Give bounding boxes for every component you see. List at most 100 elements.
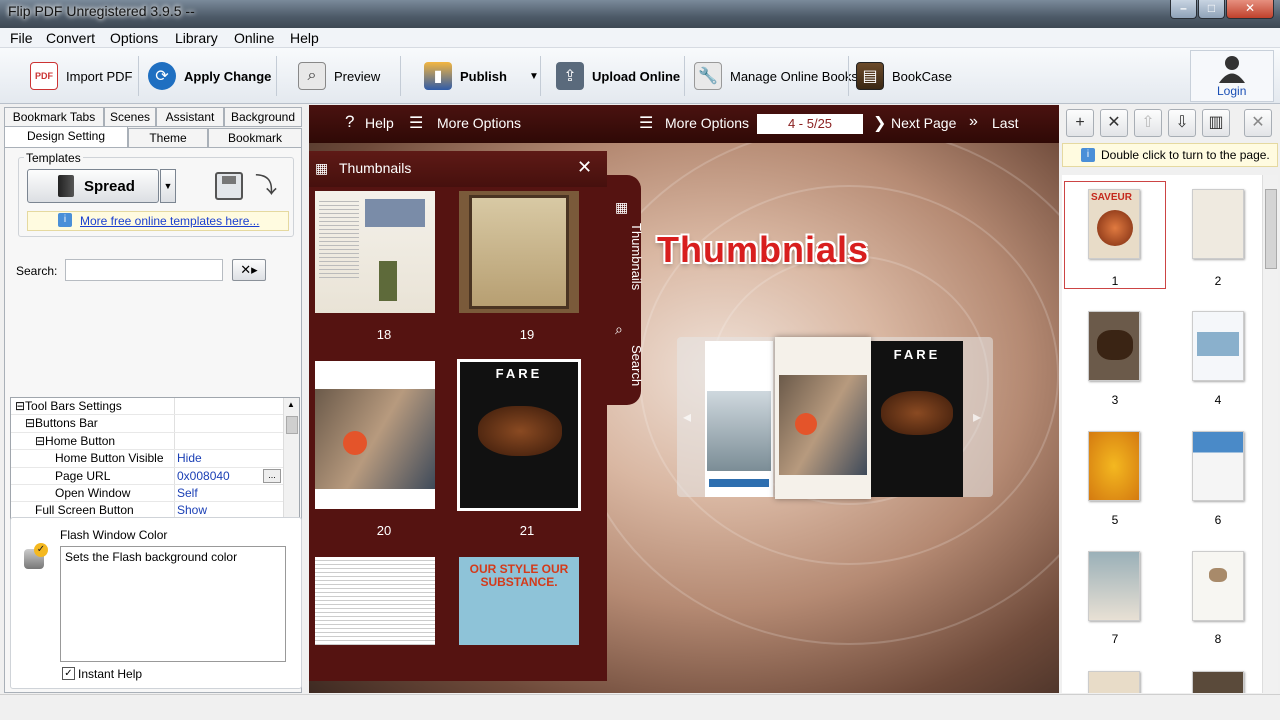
login-button[interactable]: Login: [1190, 50, 1274, 102]
thumbnail-page-23[interactable]: OUR STYLE OUR SUBSTANCE.: [459, 557, 579, 645]
pages-scrollbar[interactable]: [1262, 175, 1278, 693]
preview-button[interactable]: ⌕ Preview: [298, 58, 380, 94]
tab-scenes[interactable]: Scenes: [104, 107, 156, 127]
tab-assistant[interactable]: Assistant: [156, 107, 224, 127]
scrollbar-thumb[interactable]: [286, 416, 298, 434]
last-arrow-icon[interactable]: »: [969, 113, 978, 131]
prev-page-arrow-icon[interactable]: ◂: [683, 407, 691, 427]
clear-search-button[interactable]: ✕▸: [232, 259, 266, 281]
book-icon: [58, 175, 74, 197]
our-style-headline: OUR STYLE OUR SUBSTANCE.: [469, 562, 569, 589]
apply-change-button[interactable]: ⟳ Apply Change: [148, 58, 271, 94]
upload-online-button[interactable]: ⇪ Upload Online: [556, 58, 680, 94]
book-view-icon[interactable]: ▥: [1202, 109, 1230, 137]
menu-library[interactable]: Library: [175, 30, 218, 46]
page-thumbnail-5[interactable]: [1088, 431, 1140, 501]
last-button[interactable]: Last: [992, 115, 1018, 131]
menu-lines-icon[interactable]: ☰: [409, 113, 423, 133]
help-icon[interactable]: ?: [345, 112, 354, 132]
publish-button[interactable]: ▮ Publish ▼: [424, 58, 539, 94]
book-page-left: [705, 341, 773, 497]
property-value[interactable]: Hide: [177, 450, 202, 467]
close-panel-icon[interactable]: ✕: [1244, 109, 1272, 137]
next-arrow-icon[interactable]: ❯: [873, 113, 886, 133]
menu-options[interactable]: Options: [110, 30, 158, 46]
templates-label: Templates: [24, 151, 83, 165]
add-page-icon[interactable]: +: [1066, 109, 1094, 137]
flipbook-preview: ? Help ☰ More Options ☰ More Options 4 -…: [309, 105, 1059, 693]
property-row[interactable]: Open Window Self: [11, 485, 283, 503]
more-options-left-button[interactable]: More Options: [437, 115, 521, 131]
next-page-arrow-icon[interactable]: ▸: [973, 407, 981, 427]
delete-page-icon[interactable]: ✕: [1100, 109, 1128, 137]
preview-label: Preview: [334, 68, 381, 84]
close-thumbnails-icon[interactable]: ✕: [577, 157, 592, 178]
menu-help[interactable]: Help: [290, 30, 319, 46]
close-button[interactable]: ✕: [1226, 0, 1274, 19]
book-page-turning: [775, 337, 871, 499]
property-row[interactable]: Page URL 0x008040...: [11, 467, 283, 485]
property-row[interactable]: ⊟Buttons Bar: [11, 415, 283, 433]
move-up-icon[interactable]: ⇧: [1134, 109, 1162, 137]
ellipsis-button[interactable]: ...: [263, 468, 281, 483]
thumbnail-page-19[interactable]: [459, 191, 579, 313]
thumbnail-page-20[interactable]: [315, 361, 435, 509]
help-button[interactable]: Help: [365, 115, 394, 131]
template-dropdown-icon[interactable]: ▼: [160, 169, 176, 203]
more-options-right-button[interactable]: More Options: [665, 115, 749, 131]
search-input[interactable]: [65, 259, 223, 281]
more-templates-link[interactable]: More free online templates here...: [80, 214, 259, 228]
thumbnail-number: 18: [376, 327, 392, 342]
page-indicator-input[interactable]: 4 - 5/25: [757, 114, 863, 134]
page-thumbnail-8[interactable]: [1192, 551, 1244, 621]
page-thumbnail-4[interactable]: [1192, 311, 1244, 381]
import-pdf-button[interactable]: PDF Import PDF: [30, 58, 132, 94]
menu-online[interactable]: Online: [234, 30, 274, 46]
magnifier-icon: ⌕: [298, 62, 326, 90]
tab-bookmark-tabs[interactable]: Bookmark Tabs: [4, 107, 104, 127]
import-template-icon[interactable]: ⤵: [252, 172, 280, 200]
template-selector-button[interactable]: Spread: [27, 169, 159, 203]
property-row[interactable]: ⊟Home Button: [11, 432, 283, 451]
menu-convert[interactable]: Convert: [46, 30, 95, 46]
property-row[interactable]: Home Button Visible Hide: [11, 450, 283, 468]
book-page-right: FARE: [871, 341, 963, 497]
property-key: ⊟Home Button: [35, 433, 116, 448]
page-thumbnail-10[interactable]: [1192, 671, 1244, 693]
property-value[interactable]: Self: [177, 485, 198, 502]
minimize-button[interactable]: –: [1170, 0, 1197, 19]
property-row[interactable]: ⊟Tool Bars Settings: [11, 398, 283, 416]
side-tab-search[interactable]: Search: [629, 345, 644, 386]
thumbnail-page-22[interactable]: [315, 557, 435, 645]
thumbnail-page-18[interactable]: [315, 191, 435, 313]
manage-online-books-button[interactable]: 🔧 Manage Online Books: [694, 58, 858, 94]
next-page-button[interactable]: Next Page: [891, 115, 956, 131]
thumbnail-page-21[interactable]: FARE: [457, 359, 581, 511]
pages-panel: + ✕ ⇧ ⇩ ▥ ✕ i Double click to turn to th…: [1060, 105, 1280, 693]
instant-help-checkbox[interactable]: ✓: [62, 667, 75, 680]
side-tab-thumbnails[interactable]: Thumbnails: [629, 223, 644, 290]
maximize-button[interactable]: □: [1198, 0, 1225, 19]
property-value[interactable]: 0x008040: [177, 468, 230, 485]
tab-background[interactable]: Background: [224, 107, 302, 127]
menu-file[interactable]: File: [10, 30, 33, 46]
property-key: ⊟Buttons Bar: [25, 416, 98, 431]
menu-lines-icon[interactable]: ☰: [639, 113, 653, 133]
tab-theme[interactable]: Theme: [128, 128, 208, 148]
bookcase-button[interactable]: ▤ BookCase: [856, 58, 952, 94]
scrollbar-thumb[interactable]: [1265, 189, 1277, 269]
page-thumbnail-1[interactable]: SAVEUR: [1088, 189, 1140, 259]
move-down-icon[interactable]: ⇩: [1168, 109, 1196, 137]
tab-bookmark[interactable]: Bookmark: [208, 128, 302, 148]
page-thumbnail-6[interactable]: [1192, 431, 1244, 501]
scroll-up-icon[interactable]: ▲: [287, 400, 295, 409]
page-thumbnail-3[interactable]: [1088, 311, 1140, 381]
save-template-icon[interactable]: [215, 172, 243, 200]
tab-design-setting[interactable]: Design Setting: [4, 126, 128, 148]
page-thumbnail-2[interactable]: [1192, 189, 1244, 259]
publish-dropdown-icon[interactable]: ▼: [529, 71, 539, 82]
page-thumbnail-9[interactable]: [1088, 671, 1140, 693]
page-thumbnail-7[interactable]: [1088, 551, 1140, 621]
instant-help-label: Instant Help: [78, 667, 143, 681]
pdf-icon: PDF: [30, 62, 58, 90]
